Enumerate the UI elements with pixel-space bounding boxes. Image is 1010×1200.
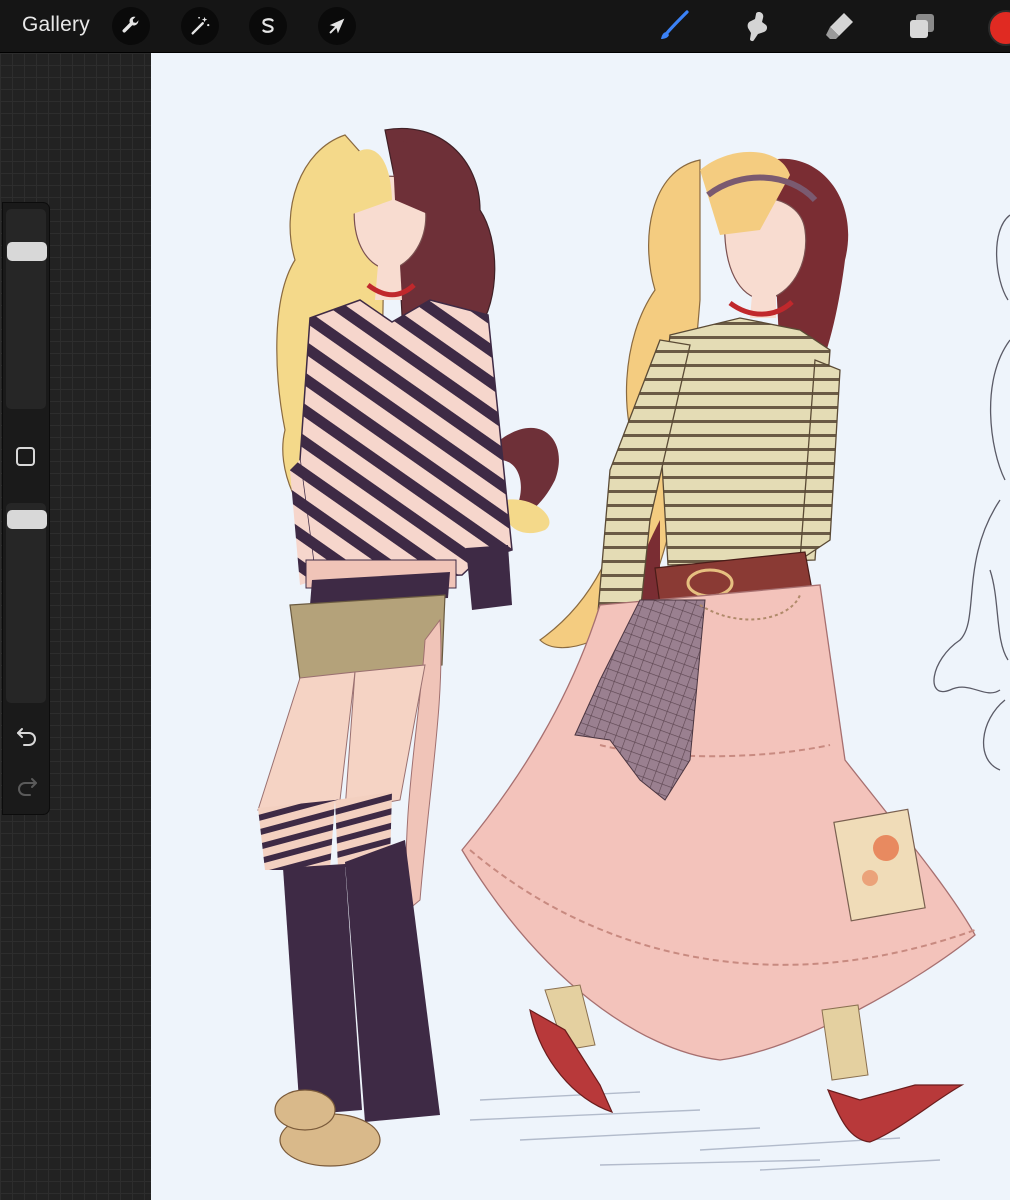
layers-icon — [910, 14, 934, 38]
undo-button[interactable] — [15, 726, 39, 746]
layers-button[interactable] — [904, 8, 940, 44]
opacity-slider[interactable] — [6, 503, 46, 703]
redo-arrow-icon — [18, 778, 37, 796]
eraser-icon — [826, 13, 853, 39]
right-character — [461, 151, 976, 1143]
selection-button[interactable] — [249, 7, 287, 45]
gallery-button[interactable]: Gallery — [22, 13, 90, 37]
brush-icon — [661, 10, 689, 39]
magic-wand-icon — [191, 16, 210, 35]
redo-button[interactable] — [15, 776, 39, 796]
drawing-canvas[interactable] — [151, 53, 1010, 1200]
smudge-tool-button[interactable] — [739, 8, 775, 44]
color-picker-button[interactable] — [988, 10, 1010, 46]
undo-arrow-icon — [17, 728, 36, 746]
arrow-cursor-icon — [329, 18, 345, 34]
selection-s-icon — [262, 18, 274, 33]
modify-button[interactable] — [16, 447, 35, 466]
actions-button[interactable] — [112, 7, 150, 45]
opacity-knob[interactable] — [7, 510, 47, 530]
smudge-finger-icon — [747, 12, 768, 42]
wrench-icon — [122, 16, 139, 33]
top-toolbar: Gallery — [0, 0, 1010, 53]
eraser-tool-button[interactable] — [822, 8, 858, 44]
character-artwork — [257, 127, 1010, 1171]
left-sidebar — [2, 202, 50, 815]
brush-size-knob[interactable] — [7, 241, 47, 261]
adjustments-button[interactable] — [181, 7, 219, 45]
brush-size-slider[interactable] — [6, 209, 46, 409]
left-character — [257, 127, 559, 1167]
brush-tool-button[interactable] — [656, 8, 692, 44]
transform-button[interactable] — [318, 7, 356, 45]
partial-sketch — [933, 214, 1010, 771]
